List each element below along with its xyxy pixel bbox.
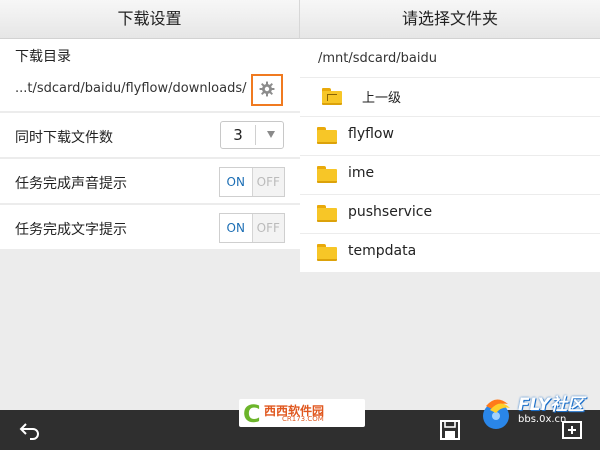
parent-dir-label: 上一级 <box>362 91 402 106</box>
watermark-mark: C <box>243 400 261 428</box>
watermark-text: FLY社区 <box>518 395 585 415</box>
fly-disc-icon <box>483 399 510 429</box>
panel-title: 下载设置 <box>0 0 300 39</box>
folder-item[interactable]: flyflow <box>300 117 600 155</box>
download-dir-path: ...t/sdcard/baidu/flyflow/downloads/ <box>15 81 247 96</box>
concurrent-downloads-spinner[interactable]: 3 <box>220 121 284 149</box>
folder-icon <box>317 166 337 183</box>
sound-alert-row: 任务完成声音提示 ON OFF <box>0 159 300 203</box>
sound-alert-toggle[interactable]: ON OFF <box>219 167 285 197</box>
folder-item[interactable]: tempdata <box>300 234 600 272</box>
folder-item[interactable]: pushservice <box>300 195 600 233</box>
concurrent-downloads-row: 同时下载文件数 3 <box>0 113 300 157</box>
cnxz-watermark-logo: C 西西软件园 CR173.COM <box>239 399 365 428</box>
choose-dir-button[interactable] <box>251 74 283 106</box>
text-alert-toggle[interactable]: ON OFF <box>219 213 285 243</box>
back-icon[interactable] <box>18 418 42 442</box>
toggle-off-label[interactable]: OFF <box>251 168 284 196</box>
spinner-value: 3 <box>233 126 243 144</box>
folder-picker-panel: 请选择文件夹 /mnt/sdcard/baidu 上一级 flyflow ime p… <box>300 0 600 410</box>
folder-icon <box>317 127 337 144</box>
folder-icon <box>317 244 337 261</box>
text-alert-label: 任务完成文字提示 <box>15 222 127 238</box>
folder-name: tempdata <box>348 243 417 259</box>
panel-title: 请选择文件夹 <box>300 0 600 39</box>
spinner-divider <box>255 125 256 145</box>
fly-watermark-logo: FLY社区 bbs.0x.cn <box>478 388 598 438</box>
current-path-row: /mnt/sdcard/baidu <box>300 39 600 77</box>
folder-name: ime <box>348 165 375 181</box>
save-icon[interactable] <box>438 418 462 442</box>
text-alert-row: 任务完成文字提示 ON OFF <box>0 205 300 249</box>
toggle-on-label[interactable]: ON <box>220 214 252 242</box>
toggle-on-label[interactable]: ON <box>220 168 252 196</box>
dropdown-arrow-icon <box>267 131 275 138</box>
folder-up-icon <box>322 88 342 105</box>
download-settings-panel: 下载设置 下载目录 ...t/sdcard/baidu/flyflow/down… <box>0 0 300 410</box>
parent-dir-item[interactable]: 上一级 <box>300 78 600 116</box>
toggle-off-label[interactable]: OFF <box>251 214 284 242</box>
watermark-url: CR173.COM <box>282 415 324 423</box>
folder-name: flyflow <box>348 126 394 142</box>
folder-name: pushservice <box>348 204 433 220</box>
folder-item[interactable]: ime <box>300 156 600 194</box>
concurrent-downloads-label: 同时下载文件数 <box>15 130 113 146</box>
folder-icon <box>317 205 337 222</box>
sound-alert-label: 任务完成声音提示 <box>15 176 127 192</box>
download-dir-label: 下载目录 <box>0 39 300 69</box>
gear-icon <box>259 81 275 97</box>
watermark-url: bbs.0x.cn <box>518 414 567 425</box>
current-path: /mnt/sdcard/baidu <box>318 51 437 66</box>
